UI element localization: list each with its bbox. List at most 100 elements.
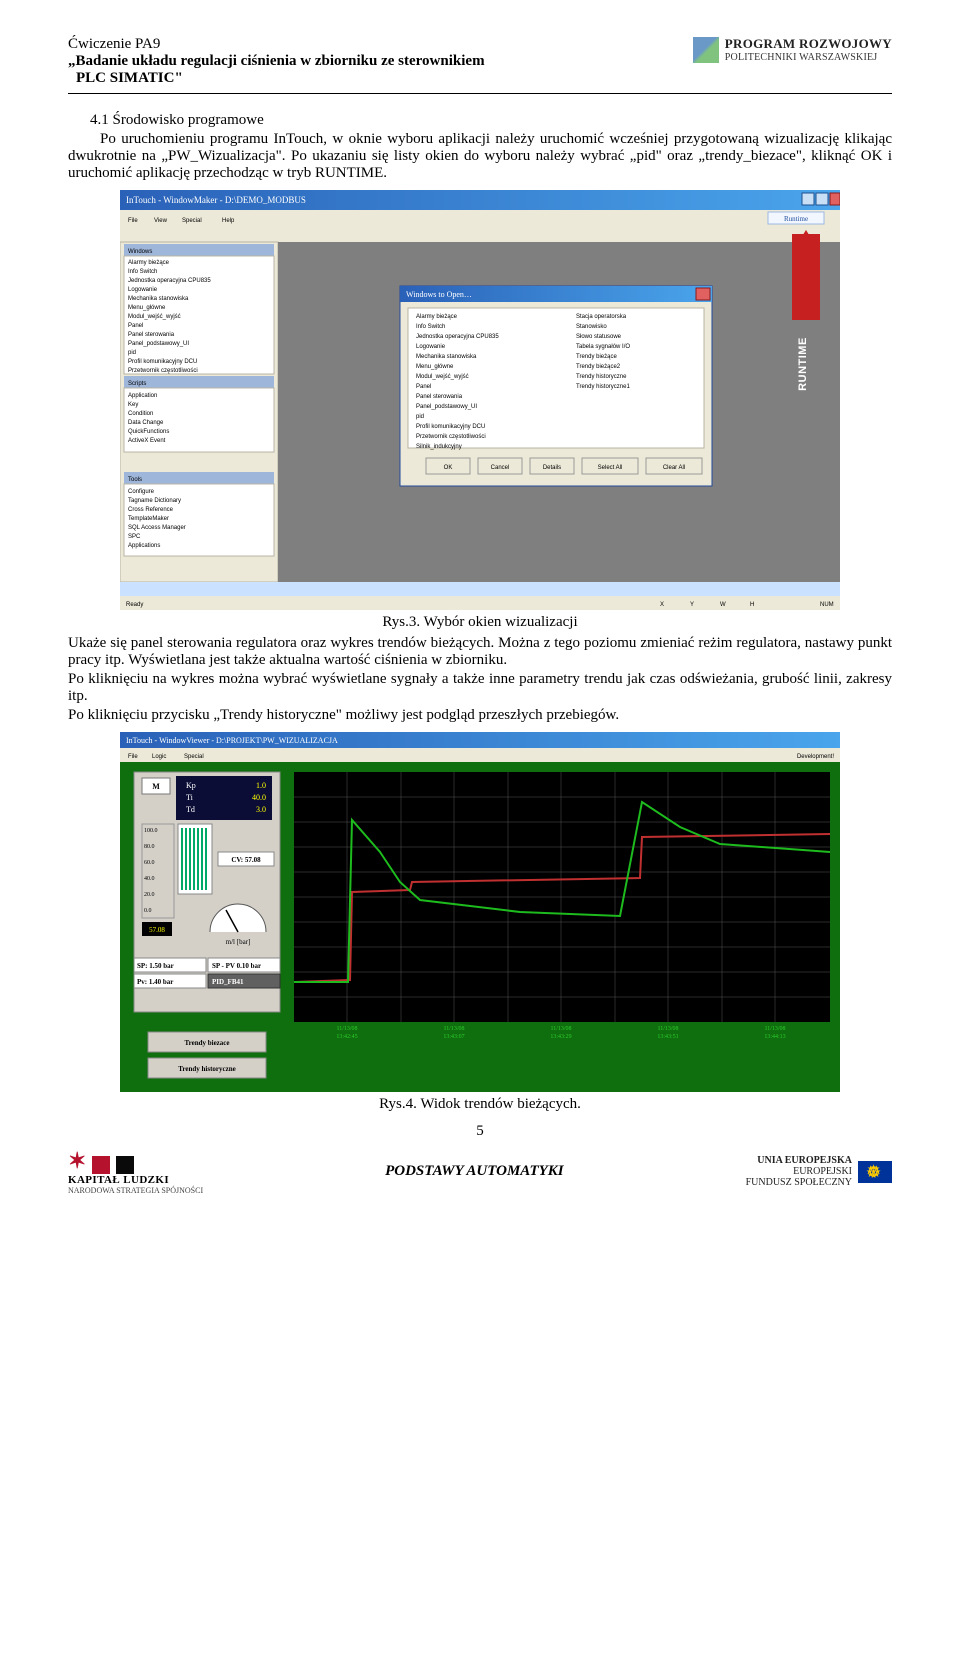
figure-1-caption: Rys.3. Wybór okien wizualizacji <box>68 614 892 631</box>
svg-text:OK: OK <box>444 465 453 471</box>
svg-text:Panel sterowania: Panel sterowania <box>128 332 175 338</box>
svg-text:13:43:51: 13:43:51 <box>657 1034 678 1040</box>
svg-text:pid: pid <box>416 414 424 420</box>
svg-text:Td: Td <box>186 805 195 814</box>
svg-text:Panel_podstawowy_UI: Panel_podstawowy_UI <box>128 341 189 347</box>
exercise-code: Ćwiczenie PA9 <box>68 36 485 53</box>
svg-text:pid: pid <box>128 350 136 356</box>
footer-center-text: PODSTAWY AUTOMATYKI <box>385 1163 564 1180</box>
doc-title-line2: PLC SIMATIC" <box>68 70 485 87</box>
page-footer: ✶ KAPITAŁ LUDZKI NARODOWA STRATEGIA SPÓJ… <box>68 1148 892 1195</box>
paragraph-2: Ukaże się panel sterowania regulatora or… <box>68 635 892 669</box>
svg-text:40.0: 40.0 <box>252 793 266 802</box>
svg-text:Pv: 1.40 bar: Pv: 1.40 bar <box>137 978 173 986</box>
svg-text:Jednostka operacyjna CPU835: Jednostka operacyjna CPU835 <box>416 334 499 340</box>
svg-text:ActiveX Event: ActiveX Event <box>128 438 166 444</box>
svg-text:Trendy historyczne1: Trendy historyczne1 <box>576 384 630 390</box>
svg-text:Panel: Panel <box>128 323 143 329</box>
svg-text:11/13/08: 11/13/08 <box>550 1026 571 1032</box>
svg-text:60.0: 60.0 <box>144 860 155 866</box>
minimize-icon <box>802 193 814 205</box>
paragraph-3: Po kliknięciu na wykres można wybrać wyś… <box>68 671 892 705</box>
svg-text:NUM: NUM <box>820 602 834 608</box>
menu-help: Help <box>222 218 235 224</box>
svg-text:Kp: Kp <box>186 781 196 790</box>
figure-2-caption: Rys.4. Widok trendów bieżących. <box>68 1096 892 1113</box>
svg-text:Przetwornik częstotliwości: Przetwornik częstotliwości <box>416 434 486 440</box>
svg-text:Logowanie: Logowanie <box>416 344 446 350</box>
svg-text:Y: Y <box>690 602 694 608</box>
svg-text:Jednostka operacyjna CPU835: Jednostka operacyjna CPU835 <box>128 278 211 284</box>
svg-text:Alarmy bieżące: Alarmy bieżące <box>416 314 458 320</box>
svg-text:80.0: 80.0 <box>144 844 155 850</box>
svg-text:H: H <box>750 602 754 608</box>
svg-text:X: X <box>660 602 664 608</box>
svg-text:57.08: 57.08 <box>149 926 165 934</box>
svg-text:Windows to Open…: Windows to Open… <box>406 290 472 299</box>
svg-text:Alarmy bieżące: Alarmy bieżące <box>128 260 170 266</box>
svg-text:Profil komunikacyjny DCU: Profil komunikacyjny DCU <box>416 424 485 430</box>
svg-text:13:42:45: 13:42:45 <box>336 1034 357 1040</box>
svg-text:20.0: 20.0 <box>144 892 155 898</box>
development-link: Development! <box>797 754 834 760</box>
svg-text:CV: 57.08: CV: 57.08 <box>231 856 261 864</box>
svg-text:m/l [bar]: m/l [bar] <box>226 938 251 946</box>
svg-text:M: M <box>152 782 160 791</box>
panel-scripts-title: Scripts <box>128 381 146 387</box>
svg-text:Application: Application <box>128 393 157 399</box>
screenshot-intouch-windowviewer: InTouch - WindowViewer - D:\PROJEKT\PW_W… <box>120 732 840 1092</box>
header-divider <box>68 93 892 94</box>
svg-text:Applications: Applications <box>128 543 160 549</box>
svg-text:1.0: 1.0 <box>256 781 266 790</box>
svg-text:Menu_główne: Menu_główne <box>128 305 166 311</box>
svg-text:W: W <box>720 602 726 608</box>
viewer-menu-logic: Logic <box>152 754 166 760</box>
menu-file: File <box>128 218 138 224</box>
kapital-ludzki-logo: ✶ KAPITAŁ LUDZKI NARODOWA STRATEGIA SPÓJ… <box>68 1148 203 1195</box>
figure-2: InTouch - WindowViewer - D:\PROJEKT\PW_W… <box>68 732 892 1092</box>
window-title: InTouch - WindowMaker - D:\DEMO_MODBUS <box>126 195 306 205</box>
menu-special: Special <box>182 218 202 224</box>
svg-text:Trendy historyczne: Trendy historyczne <box>178 1065 236 1073</box>
svg-text:Mechanika stanowiska: Mechanika stanowiska <box>416 354 477 360</box>
univ-logo-line2: POLITECHNIKI WARSZAWSKIEJ <box>725 52 892 63</box>
svg-text:SP - PV 0.10 bar: SP - PV 0.10 bar <box>212 962 261 970</box>
svg-text:TemplateMaker: TemplateMaker <box>128 516 169 522</box>
svg-text:Słowo statusowe: Słowo statusowe <box>576 334 622 340</box>
svg-text:Clear All: Clear All <box>663 465 685 471</box>
svg-text:Menu_główne: Menu_główne <box>416 364 454 370</box>
svg-text:Data Change: Data Change <box>128 420 164 426</box>
dialog-windows-to-open: Windows to Open… Alarmy bieżące Info Swi… <box>400 286 712 486</box>
svg-text:100.0: 100.0 <box>144 828 158 834</box>
viewer-menu-special: Special <box>184 754 204 760</box>
page-number: 5 <box>68 1123 892 1140</box>
svg-text:Trendy historyczne: Trendy historyczne <box>576 374 627 380</box>
dialog-close-icon <box>696 288 710 300</box>
viewer-title: InTouch - WindowViewer - D:\PROJEKT\PW_W… <box>126 736 338 745</box>
screenshot-intouch-windowmaker: InTouch - WindowMaker - D:\DEMO_MODBUS F… <box>120 190 840 610</box>
doc-title-line1: „Badanie układu regulacji ciśnienia w zb… <box>68 53 485 70</box>
svg-text:0.0: 0.0 <box>144 908 152 914</box>
svg-text:SPC: SPC <box>128 534 141 540</box>
svg-text:11/13/08: 11/13/08 <box>443 1026 464 1032</box>
panel-windows-title: Windows <box>128 249 152 255</box>
svg-text:Modul_wejść_wyjść: Modul_wejść_wyjść <box>416 374 469 380</box>
section-title: 4.1 Środowisko programowe <box>90 112 892 129</box>
svg-text:Panel sterowania: Panel sterowania <box>416 394 463 400</box>
close-icon <box>830 193 840 205</box>
svg-text:SQL Access Manager: SQL Access Manager <box>128 525 186 531</box>
paragraph-4: Po kliknięciu przycisku „Trendy historyc… <box>68 707 892 724</box>
svg-text:Configure: Configure <box>128 489 155 495</box>
svg-text:Cross Reference: Cross Reference <box>128 507 174 513</box>
svg-text:Tabela sygnałów I/O: Tabela sygnałów I/O <box>576 344 630 350</box>
svg-text:3.0: 3.0 <box>256 805 266 814</box>
svg-text:Details: Details <box>543 465 561 471</box>
svg-text:Tagname Dictionary: Tagname Dictionary <box>128 498 181 504</box>
svg-text:Info Switch: Info Switch <box>128 269 157 275</box>
svg-text:Trendy bieżące2: Trendy bieżące2 <box>576 364 621 370</box>
svg-text:Modul_wejść_wyjść: Modul_wejść_wyjść <box>128 314 181 320</box>
svg-text:Stanowisko: Stanowisko <box>576 324 607 330</box>
univ-logo-line1: PROGRAM ROZWOJOWY <box>725 36 892 52</box>
svg-text:RUNTIME: RUNTIME <box>797 337 809 391</box>
maximize-icon <box>816 193 828 205</box>
